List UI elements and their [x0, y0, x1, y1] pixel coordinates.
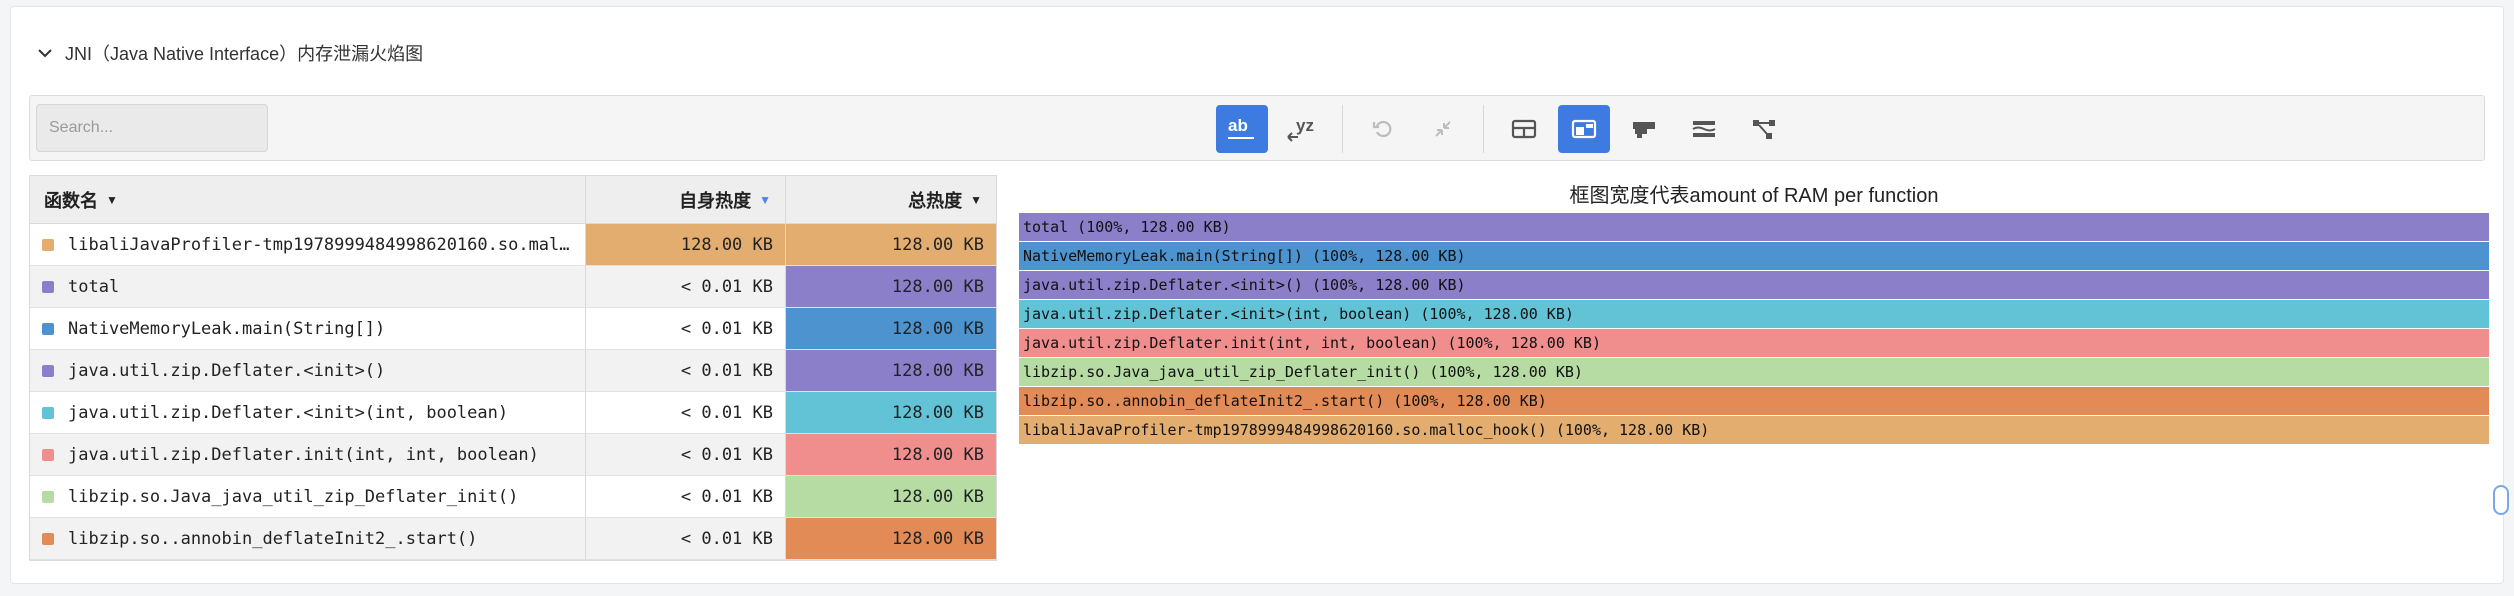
total-value: 128.00 KB	[786, 224, 996, 265]
total-value: 128.00 KB	[786, 518, 996, 559]
self-value: < 0.01 KB	[586, 518, 786, 559]
function-name: java.util.zip.Deflater.<init>(int, boole…	[68, 402, 509, 423]
function-name-cell: java.util.zip.Deflater.init(int, int, bo…	[30, 434, 586, 475]
search-input[interactable]	[36, 104, 268, 152]
function-name-cell: java.util.zip.Deflater.<init>()	[30, 350, 586, 391]
toolbar-actions: ab yz	[1216, 102, 1790, 156]
color-swatch	[42, 238, 54, 251]
flame-frame[interactable]: NativeMemoryLeak.main(String[]) (100%, 1…	[1019, 242, 2489, 270]
panel-header[interactable]: JNI（Java Native Interface）内存泄漏火焰图	[35, 33, 423, 73]
flame-frame[interactable]: libzip.so..annobin_deflateInit2_.start()…	[1019, 387, 2489, 415]
table-row[interactable]: libzip.so..annobin_deflateInit2_.start()…	[30, 518, 996, 560]
total-value: 128.00 KB	[786, 392, 996, 433]
split-view-icon	[1571, 119, 1597, 139]
panel-title: JNI（Java Native Interface）内存泄漏火焰图	[65, 44, 424, 64]
table-row[interactable]: java.util.zip.Deflater.init(int, int, bo…	[30, 434, 996, 476]
color-swatch	[42, 280, 54, 293]
graph-icon	[1753, 120, 1775, 139]
flame-frame[interactable]: java.util.zip.Deflater.<init>(int, boole…	[1019, 300, 2489, 328]
table-row[interactable]: java.util.zip.Deflater.<init>() < 0.01 KB…	[30, 350, 996, 392]
table-row[interactable]: total < 0.01 KB 128.00 KB	[30, 266, 996, 308]
flame-frame[interactable]: total (100%, 128.00 KB)	[1019, 213, 2489, 241]
undo-icon	[1372, 120, 1392, 138]
flamegraph-panel: JNI（Java Native Interface）内存泄漏火焰图 ab yz	[10, 6, 2509, 584]
function-name-cell: total	[30, 266, 586, 307]
table-view-button[interactable]	[1498, 105, 1550, 153]
sandwich-view-button[interactable]	[1678, 105, 1730, 153]
chevron-down-icon[interactable]	[35, 43, 55, 63]
total-value: 128.00 KB	[786, 308, 996, 349]
flame-frame[interactable]: java.util.zip.Deflater.init(int, int, bo…	[1019, 329, 2489, 357]
flamegraph-title: 框图宽度代表amount of RAM per function	[1569, 185, 1939, 207]
function-table: 函数名 ▼ 自身热度 ▼ 总热度 ▼ libaliJavaProfiler-tmp19…	[29, 175, 997, 561]
function-name: total	[68, 276, 120, 297]
table-row[interactable]: NativeMemoryLeak.main(String[]) < 0.01 KB…	[30, 308, 996, 350]
color-swatch	[42, 532, 54, 545]
match-case-button[interactable]: ab	[1216, 105, 1268, 153]
collapse-button[interactable]	[1417, 105, 1469, 153]
toolbar-separator	[1483, 105, 1484, 153]
function-name: libzip.so.Java_java_util_zip_Deflater_in…	[68, 486, 519, 507]
self-value: < 0.01 KB	[586, 308, 786, 349]
total-value: 128.00 KB	[786, 350, 996, 391]
total-value: 128.00 KB	[786, 434, 996, 475]
function-name: NativeMemoryLeak.main(String[])	[68, 318, 386, 339]
sort-desc-icon: ▼	[759, 192, 771, 207]
table-body: libaliJavaProfiler-tmp197899948499862016…	[30, 224, 996, 560]
color-swatch	[42, 322, 54, 335]
total-value: 128.00 KB	[786, 266, 996, 307]
caret-down-icon: ▼	[106, 192, 118, 207]
flamegraph: total (100%, 128.00 KB) NativeMemoryLeak.…	[1019, 213, 2489, 445]
undo-button[interactable]	[1357, 105, 1409, 153]
toolbar-separator	[1342, 105, 1343, 153]
flame-frame[interactable]: java.util.zip.Deflater.<init>() (100%, 1…	[1019, 271, 2489, 299]
sandwich-icon	[1692, 121, 1716, 137]
function-name-cell: libaliJavaProfiler-tmp197899948499862016…	[30, 224, 586, 265]
resize-handle[interactable]	[2493, 485, 2509, 515]
yz-icon: yz	[1287, 116, 1314, 142]
function-name-cell: libzip.so..annobin_deflateInit2_.start()	[30, 518, 586, 559]
caret-down-icon: ▼	[970, 192, 982, 207]
self-value: < 0.01 KB	[586, 266, 786, 307]
table-row[interactable]: libzip.so.Java_java_util_zip_Deflater_in…	[30, 476, 996, 518]
table-row[interactable]: java.util.zip.Deflater.<init>(int, boole…	[30, 392, 996, 434]
function-name: libzip.so..annobin_deflateInit2_.start()	[68, 528, 478, 549]
function-name-cell: libzip.so.Java_java_util_zip_Deflater_in…	[30, 476, 586, 517]
flamegraph-icon	[1633, 122, 1655, 138]
color-swatch	[42, 406, 54, 419]
total-value: 128.00 KB	[786, 476, 996, 517]
table-icon	[1511, 119, 1537, 139]
column-header-name[interactable]: 函数名 ▼	[30, 176, 586, 223]
color-swatch	[42, 364, 54, 377]
replace-button[interactable]: yz	[1276, 105, 1328, 153]
function-name-cell: java.util.zip.Deflater.<init>(int, boole…	[30, 392, 586, 433]
svg-text:ab: ab	[1228, 116, 1248, 135]
flame-frame[interactable]: libaliJavaProfiler-tmp197899948499862016…	[1019, 416, 2489, 444]
collapse-arrows-icon	[1435, 121, 1451, 137]
ab-icon: ab	[1228, 116, 1254, 139]
self-value: < 0.01 KB	[586, 476, 786, 517]
function-name-cell: NativeMemoryLeak.main(String[])	[30, 308, 586, 349]
color-swatch	[42, 490, 54, 503]
table-flamegraph-view-button[interactable]	[1558, 105, 1610, 153]
flamegraph-view-button[interactable]	[1618, 105, 1670, 153]
table-row[interactable]: libaliJavaProfiler-tmp197899948499862016…	[30, 224, 996, 266]
function-name: java.util.zip.Deflater.<init>()	[68, 360, 386, 381]
table-header: 函数名 ▼ 自身热度 ▼ 总热度 ▼	[30, 176, 996, 224]
self-value: < 0.01 KB	[586, 392, 786, 433]
svg-text:yz: yz	[1296, 116, 1314, 135]
function-name: libaliJavaProfiler-tmp197899948499862016…	[68, 234, 573, 255]
color-swatch	[42, 448, 54, 461]
self-value: 128.00 KB	[586, 224, 786, 265]
toolbar: ab yz	[29, 95, 2485, 161]
flame-frame[interactable]: libzip.so.Java_java_util_zip_Deflater_in…	[1019, 358, 2489, 386]
function-name: java.util.zip.Deflater.init(int, int, bo…	[68, 444, 539, 465]
column-header-self[interactable]: 自身热度 ▼	[586, 176, 786, 223]
column-header-total[interactable]: 总热度 ▼	[786, 176, 996, 223]
graph-view-button[interactable]	[1738, 105, 1790, 153]
self-value: < 0.01 KB	[586, 350, 786, 391]
self-value: < 0.01 KB	[586, 434, 786, 475]
